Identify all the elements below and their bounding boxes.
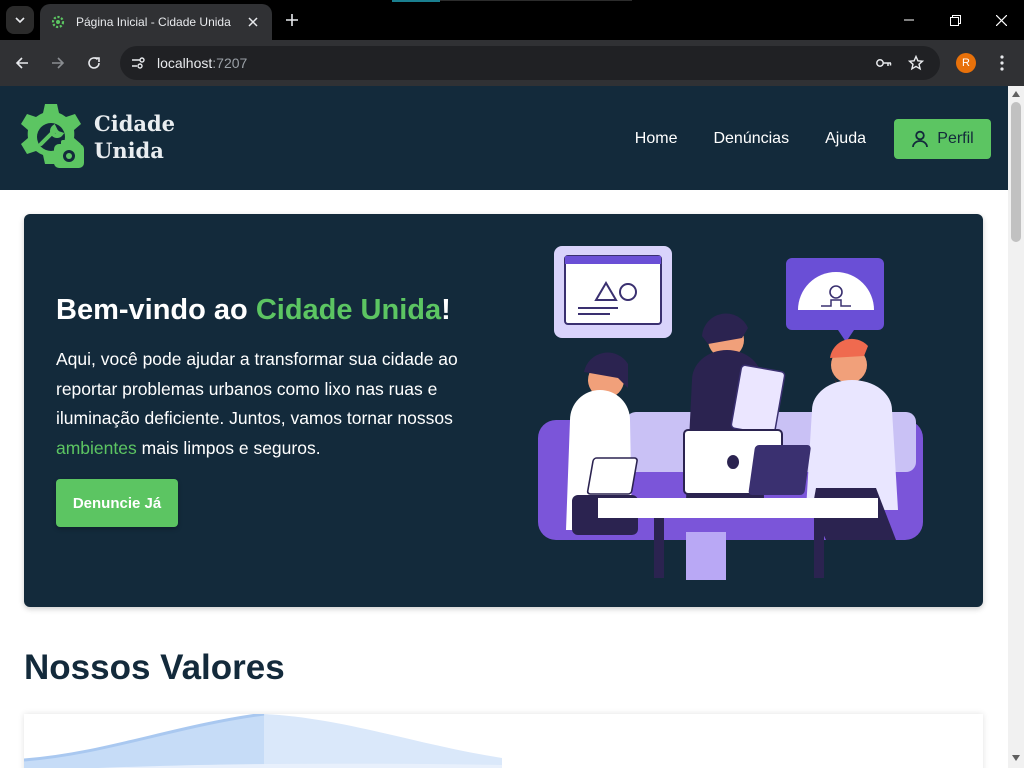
url-host: localhost <box>157 55 213 71</box>
nav-link-ajuda[interactable]: Ajuda <box>825 130 866 148</box>
close-icon <box>995 14 1007 26</box>
plus-icon <box>286 14 298 26</box>
main-nav: Home Denúncias Ajuda Perfil <box>635 119 991 159</box>
active-tab[interactable]: Página Inicial - Cidade Unida <box>40 4 272 40</box>
arrow-left-icon <box>15 57 28 69</box>
hero-title-prefix: Bem-vindo ao <box>56 294 256 326</box>
url-port: :7207 <box>212 55 248 71</box>
forward-button[interactable] <box>44 49 72 77</box>
logo-line-1: Cidade <box>94 111 176 136</box>
tab-title: Página Inicial - Cidade Unida <box>76 15 231 29</box>
close-icon <box>248 17 258 27</box>
minimize-button[interactable] <box>894 6 924 34</box>
logo-line-2: Unida <box>94 138 164 163</box>
reload-icon <box>88 57 100 69</box>
scrollbar-thumb[interactable] <box>1011 102 1021 242</box>
hero-title-highlight: Cidade Unida <box>255 294 442 326</box>
minimize-icon <box>904 19 914 21</box>
user-icon <box>912 130 929 148</box>
hero-text-part-1: Aqui, você pode ajudar a transformar sua… <box>56 349 458 428</box>
values-wave-decoration <box>24 714 503 768</box>
values-section-title: Nossos Valores <box>24 648 285 687</box>
password-key-icon[interactable] <box>874 53 894 73</box>
report-now-button[interactable]: Denuncie Já <box>56 479 178 527</box>
hero-description: Aqui, você pode ajudar a transformar sua… <box>56 345 486 463</box>
nav-link-home[interactable]: Home <box>635 130 678 148</box>
address-bar[interactable]: localhost:7207 <box>120 46 940 80</box>
tab-close-button[interactable] <box>244 13 262 31</box>
tab-search-button[interactable] <box>6 6 34 34</box>
restore-button[interactable] <box>940 6 970 34</box>
page-viewport: Cidade Unida Home Denúncias Ajuda Perfil… <box>0 86 1008 768</box>
browser-tab-strip: Página Inicial - Cidade Unida <box>0 0 1024 40</box>
team-meeting-illustration <box>538 246 923 580</box>
bookmark-star-icon[interactable] <box>906 53 926 73</box>
favicon-gear-icon <box>51 15 65 29</box>
browser-toolbar: localhost:7207 R <box>0 40 1024 86</box>
gear-camera-logo-icon <box>21 104 84 168</box>
profile-avatar[interactable]: R <box>956 53 976 73</box>
profile-button-label: Perfil <box>937 130 974 147</box>
hero-text-highlight: ambientes <box>56 437 137 458</box>
close-window-button[interactable] <box>986 6 1016 34</box>
hero-banner: Bem-vindo ao Cidade Unida! Aqui, você po… <box>24 214 983 607</box>
logo-wordmark: Cidade Unida <box>94 110 175 164</box>
more-vert-icon <box>1000 55 1004 71</box>
scroll-down-arrow[interactable] <box>1012 754 1020 762</box>
new-tab-button[interactable] <box>280 8 304 32</box>
site-logo[interactable]: Cidade Unida <box>14 100 194 174</box>
hero-text-part-2: mais limpos e seguros. <box>136 437 321 458</box>
tab-strip-divider <box>440 0 632 1</box>
browser-menu-button[interactable] <box>992 51 1012 75</box>
values-card <box>24 714 983 768</box>
tab-strip-accent <box>392 0 440 2</box>
reload-button[interactable] <box>80 49 108 77</box>
page-scrollbar[interactable] <box>1008 86 1024 768</box>
hero-title-suffix: ! <box>441 294 451 326</box>
back-button[interactable] <box>8 49 36 77</box>
chevron-down-icon <box>15 17 25 24</box>
scroll-up-arrow[interactable] <box>1012 90 1020 98</box>
nav-link-denuncias[interactable]: Denúncias <box>713 130 789 148</box>
site-settings-icon[interactable] <box>128 53 148 73</box>
site-header: Cidade Unida Home Denúncias Ajuda Perfil <box>0 86 1008 190</box>
arrow-right-icon <box>52 57 65 69</box>
hero-title: Bem-vindo ao Cidade Unida! <box>56 294 451 327</box>
restore-icon <box>949 14 961 26</box>
profile-button[interactable]: Perfil <box>894 119 991 159</box>
